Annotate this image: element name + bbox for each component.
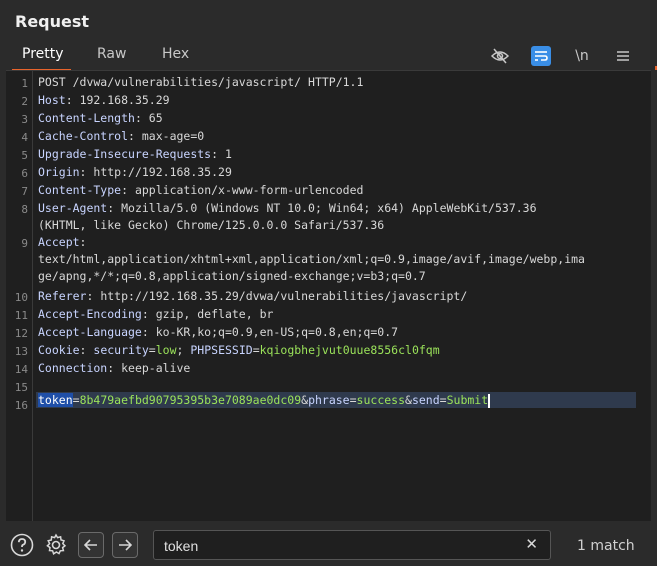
- panel-title: Request: [15, 12, 90, 31]
- close-icon[interactable]: ✕: [525, 535, 538, 553]
- header-name: Accept-Encoding: [38, 307, 142, 321]
- tab-raw[interactable]: Raw: [97, 46, 126, 62]
- search-field: ✕: [153, 530, 551, 560]
- line-number: 9: [21, 237, 28, 250]
- arrow-left-icon[interactable]: [78, 532, 104, 558]
- header-name: Referer: [38, 289, 87, 303]
- editor-toolbar: \n: [469, 44, 633, 68]
- header-value: keep-alive: [121, 361, 191, 375]
- line-number: 12: [14, 327, 28, 340]
- header-value: 65: [148, 111, 163, 125]
- header-value: text/html,application/xhtml+xml,applicat…: [38, 252, 585, 266]
- line-number: 13: [14, 345, 28, 358]
- header-value: http://192.168.35.29: [93, 165, 232, 179]
- header-continuation: ge/apng,*/*;q=0.8,application/signed-exc…: [38, 269, 426, 283]
- tab-hex[interactable]: Hex: [162, 46, 189, 62]
- search-match-highlight: token: [38, 393, 73, 407]
- header-value: max-age=0: [141, 129, 205, 143]
- help-icon[interactable]: [9, 532, 35, 558]
- header-line: User-Agent: Mozilla/5.0 (Windows NT 10.0…: [38, 201, 537, 215]
- request-line: POST /dvwa/vulnerabilities/javascript/ H…: [38, 75, 363, 89]
- header-line: Origin: http://192.168.35.29: [38, 165, 232, 179]
- header-name: Cookie: [38, 343, 80, 357]
- view-tabs: Pretty Raw Hex \n: [0, 44, 657, 71]
- search-bar: ✕ 1 match: [0, 528, 657, 566]
- tab-pretty[interactable]: Pretty: [22, 46, 64, 62]
- header-value: 1: [224, 147, 232, 161]
- header-line: Referer: http://192.168.35.29/dvwa/vulne…: [38, 289, 468, 303]
- header-line: Accept-Language: ko-KR,ko;q=0.9,en-US;q=…: [38, 325, 399, 339]
- header-name: Accept: [38, 235, 80, 249]
- arrow-right-icon[interactable]: [112, 532, 138, 558]
- param-value: 8b479aefbd90795395b3e7089ae0dc09: [79, 393, 302, 407]
- header-line: Content-Type: application/x-www-form-url…: [38, 183, 364, 197]
- header-name: Origin: [38, 165, 80, 179]
- header-line: Accept-Encoding: gzip, deflate, br: [38, 307, 274, 321]
- line-number: 3: [21, 113, 28, 126]
- cookie-value: kqiogbhejvut0uue8556cl0fqm: [259, 343, 440, 357]
- header-name: Content-Length: [38, 111, 135, 125]
- header-value: application/x-www-form-urlencoded: [134, 183, 364, 197]
- header-name: Content-Type: [38, 183, 122, 197]
- param-name: send: [411, 393, 440, 407]
- header-value: 192.168.35.29: [79, 93, 170, 107]
- header-name: Connection: [38, 361, 108, 375]
- header-name: Upgrade-Insecure-Requests: [38, 147, 212, 161]
- header-line: Host: 192.168.35.29: [38, 93, 170, 107]
- line-number: 16: [14, 399, 28, 412]
- header-value: gzip, deflate, br: [155, 307, 274, 321]
- request-line-text: POST /dvwa/vulnerabilities/javascript/ H…: [38, 75, 364, 89]
- line-number: 2: [21, 95, 28, 108]
- line-number: 15: [14, 381, 28, 394]
- line-number-gutter: 1 2 3 4 5 6 7 8 9 10 11 12 13 14 15 16: [6, 71, 33, 521]
- text-cursor: [488, 393, 491, 408]
- cookie-name: security: [93, 343, 149, 357]
- word-wrap-icon[interactable]: [531, 46, 551, 66]
- header-line: Connection: keep-alive: [38, 361, 191, 375]
- request-editor[interactable]: 1 2 3 4 5 6 7 8 9 10 11 12 13 14 15 16 P…: [6, 70, 651, 521]
- line-number: 11: [14, 309, 28, 322]
- header-value: http://192.168.35.29/dvwa/vulnerabilitie…: [100, 289, 468, 303]
- param-name: phrase: [308, 393, 350, 407]
- header-name: User-Agent: [38, 201, 108, 215]
- body-params-line: token=8b479aefbd90795395b3e7089ae0dc09&p…: [38, 393, 491, 408]
- header-value: (KHTML, like Gecko) Chrome/125.0.0.0 Saf…: [38, 218, 385, 232]
- line-number: 8: [21, 203, 28, 216]
- param-value: Submit: [446, 393, 489, 407]
- cookie-name: PHPSESSID: [190, 343, 253, 357]
- line-number: 4: [21, 131, 28, 144]
- cookie-value: low: [155, 343, 177, 357]
- line-number: 5: [21, 149, 28, 162]
- header-value: Mozilla/5.0 (Windows NT 10.0; Win64; x64…: [121, 201, 537, 215]
- header-value: ko-KR,ko;q=0.9,en-US;q=0.8,en;q=0.7: [155, 325, 399, 339]
- param-value: success: [356, 393, 406, 407]
- newline-toggle-button[interactable]: \n: [572, 46, 592, 66]
- search-input[interactable]: [162, 535, 506, 557]
- header-line: Content-Length: 65: [38, 111, 163, 125]
- header-name: Accept-Language: [38, 325, 142, 339]
- line-number: 14: [14, 363, 28, 376]
- header-line: Accept:: [38, 235, 87, 249]
- eye-off-icon[interactable]: [490, 46, 510, 66]
- header-continuation: text/html,application/xhtml+xml,applicat…: [38, 252, 585, 266]
- header-line: Cache-Control: max-age=0: [38, 129, 205, 143]
- line-number: 7: [21, 185, 28, 198]
- cookie-line: Cookie: security=low; PHPSESSID=kqiogbhe…: [38, 343, 440, 357]
- gear-icon[interactable]: [43, 532, 69, 558]
- hamburger-menu-icon[interactable]: [613, 46, 633, 66]
- header-line: Upgrade-Insecure-Requests: 1: [38, 147, 232, 161]
- header-continuation: (KHTML, like Gecko) Chrome/125.0.0.0 Saf…: [38, 218, 384, 232]
- match-count: 1 match: [577, 538, 635, 554]
- line-number: 6: [21, 167, 28, 180]
- header-name: Cache-Control: [38, 129, 129, 143]
- line-number: 1: [21, 77, 28, 90]
- line-number: 10: [14, 291, 28, 304]
- header-name: Host: [38, 93, 66, 107]
- header-value: ge/apng,*/*;q=0.8,application/signed-exc…: [38, 269, 426, 283]
